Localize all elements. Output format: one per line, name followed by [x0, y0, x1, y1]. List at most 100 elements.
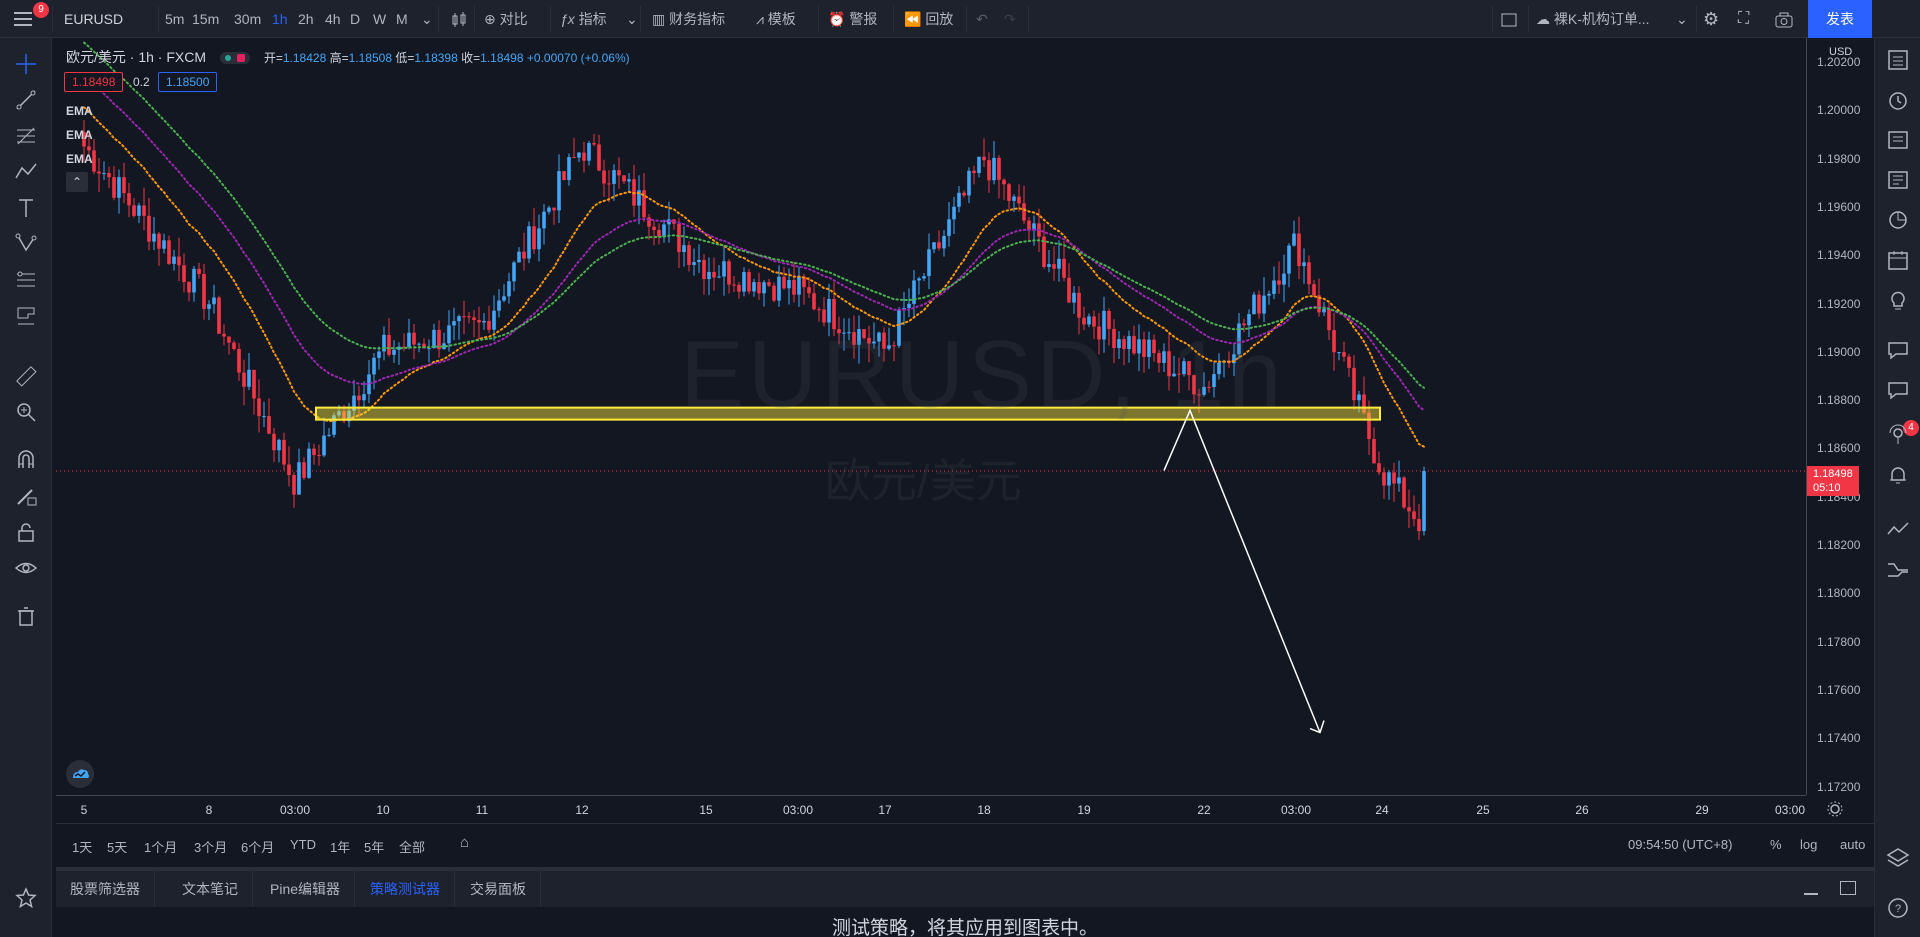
- price-scale[interactable]: USD 1.20200 1.20000 1.19800 1.19600 1.19400 1…: [1806, 38, 1874, 795]
- calendar-icon[interactable]: [1886, 248, 1910, 272]
- clock-display[interactable]: 09:54:50 (UTC+8): [1628, 837, 1732, 852]
- alerts-clock-icon[interactable]: [1886, 88, 1910, 112]
- lock-icon[interactable]: [14, 520, 38, 544]
- streams-icon[interactable]: [1886, 423, 1910, 447]
- interval-2h[interactable]: 2h: [298, 0, 314, 38]
- interval-W[interactable]: W: [373, 0, 386, 38]
- candle-body: [687, 245, 691, 265]
- star-icon[interactable]: [14, 886, 38, 910]
- fullscreen-layout-icon[interactable]: [1500, 0, 1518, 38]
- range-button[interactable]: 1年: [330, 837, 350, 856]
- time-tick-label: 03:00: [279, 803, 311, 817]
- indicators-dropdown-icon[interactable]: ⌄: [626, 0, 638, 38]
- indicators-button[interactable]: ƒx 指标: [560, 0, 607, 38]
- auto-scale-toggle[interactable]: auto: [1840, 837, 1865, 852]
- ideas-bulb-icon[interactable]: [1886, 288, 1910, 312]
- trading-panel-icon[interactable]: [1886, 518, 1910, 542]
- candle-body: [977, 156, 981, 174]
- range-button[interactable]: 3个月: [194, 837, 227, 856]
- collapse-legend-icon[interactable]: ⌃: [66, 172, 88, 192]
- legend-symbol-name[interactable]: 欧元/美元: [66, 49, 126, 65]
- chat-icon[interactable]: [1886, 338, 1910, 362]
- interval-15m[interactable]: 15m: [192, 0, 219, 38]
- interval-M[interactable]: M: [396, 0, 408, 38]
- time-axis[interactable]: 5 8 03:00 10 11 12 15 03:00 17 18 19 22 03:00 24 25 26 2…: [56, 795, 1806, 823]
- hotlist-icon[interactable]: [1886, 208, 1910, 232]
- range-button[interactable]: 全部: [399, 837, 425, 856]
- data-window-icon[interactable]: [1886, 128, 1910, 152]
- bottom-tab[interactable]: 文本笔记: [168, 871, 253, 907]
- bottom-tab[interactable]: 策略测试器: [356, 871, 455, 907]
- alert-button[interactable]: ⏰ 警报: [828, 0, 877, 38]
- text-tool-icon[interactable]: [14, 196, 38, 220]
- camera-icon[interactable]: [1774, 0, 1794, 38]
- candle-body: [942, 235, 946, 249]
- buy-price-box[interactable]: 1.18500: [158, 72, 218, 92]
- pattern-icon[interactable]: [14, 160, 38, 184]
- notifications-bell-icon[interactable]: [1886, 463, 1910, 487]
- log-scale-toggle[interactable]: log: [1800, 837, 1817, 852]
- menu-icon[interactable]: [12, 8, 34, 30]
- fib-retracement-icon[interactable]: [14, 124, 38, 148]
- interval-1h[interactable]: 1h: [272, 0, 288, 38]
- sell-price-box[interactable]: 1.18498: [64, 72, 124, 92]
- minimize-panel-icon[interactable]: [1804, 879, 1818, 899]
- interval-30m[interactable]: 30m: [234, 0, 261, 38]
- range-button[interactable]: 1天: [72, 837, 92, 856]
- maximize-panel-icon[interactable]: [1840, 881, 1856, 895]
- messages-icon[interactable]: [1886, 378, 1910, 402]
- interval-5m[interactable]: 5m: [165, 0, 184, 38]
- bottom-tab[interactable]: Pine编辑器: [256, 871, 356, 907]
- zoom-icon[interactable]: [14, 400, 38, 424]
- range-button[interactable]: 1个月: [144, 837, 177, 856]
- layout-dropdown-icon[interactable]: ⌄: [1676, 0, 1688, 38]
- templates-button[interactable]: ⩘ 模板: [756, 0, 796, 38]
- market-status-toggle[interactable]: [219, 52, 250, 65]
- candle-body: [217, 297, 221, 334]
- projection-icon[interactable]: [14, 232, 38, 256]
- interval-4h[interactable]: 4h: [325, 0, 341, 38]
- trend-line-icon[interactable]: [14, 88, 38, 112]
- ema-legend-3[interactable]: EMA: [66, 152, 93, 166]
- crosshair-icon[interactable]: [14, 52, 38, 76]
- depth-icon[interactable]: [1886, 558, 1910, 582]
- candle-body: [522, 251, 526, 259]
- interval-dropdown-icon[interactable]: ⌄: [421, 0, 433, 38]
- goto-date-icon[interactable]: ⌂: [460, 834, 469, 851]
- range-button[interactable]: 5年: [364, 837, 384, 856]
- news-icon[interactable]: [1886, 168, 1910, 192]
- layers-icon[interactable]: [1886, 846, 1910, 870]
- gear-icon[interactable]: ⚙: [1703, 0, 1719, 38]
- range-button[interactable]: 5天: [107, 837, 127, 856]
- compare-button[interactable]: ⊕ 对比: [484, 0, 528, 38]
- brush-icon[interactable]: [14, 304, 38, 328]
- publish-button[interactable]: 发表: [1808, 0, 1872, 38]
- magnet-icon[interactable]: [14, 448, 38, 472]
- watchlist-icon[interactable]: [1886, 48, 1910, 72]
- redo-icon[interactable]: ↷: [1004, 0, 1016, 38]
- eye-icon[interactable]: [14, 556, 38, 580]
- tradingview-logo-icon[interactable]: [66, 760, 94, 788]
- lock-pencil-icon[interactable]: [14, 484, 38, 508]
- undo-icon[interactable]: ↶: [976, 0, 988, 38]
- forecast-icon[interactable]: [14, 268, 38, 292]
- price-tick-label: 1.19000: [1817, 344, 1861, 359]
- help-icon[interactable]: ?: [1886, 896, 1910, 920]
- layout-name-button[interactable]: ☁ 裸K-机构订单...: [1536, 0, 1650, 38]
- ruler-icon[interactable]: [14, 364, 38, 388]
- financials-button[interactable]: ▥ 财务指标: [652, 0, 725, 38]
- bottom-tab[interactable]: 股票筛选器: [56, 871, 155, 907]
- symbol-search-button[interactable]: EURUSD: [64, 0, 123, 38]
- chart-type-candles-icon[interactable]: [450, 0, 468, 38]
- ema-legend-2[interactable]: EMA: [66, 128, 93, 142]
- replay-button[interactable]: ⏪ 回放: [904, 0, 953, 38]
- ema-legend-1[interactable]: EMA: [66, 104, 93, 118]
- axis-settings-gear-icon[interactable]: [1826, 800, 1844, 818]
- bottom-tab[interactable]: 交易面板: [456, 871, 541, 907]
- range-button[interactable]: YTD: [290, 837, 316, 852]
- trash-icon[interactable]: [14, 604, 38, 628]
- interval-D[interactable]: D: [350, 0, 360, 38]
- percent-scale-toggle[interactable]: %: [1770, 837, 1782, 852]
- fullscreen-icon[interactable]: ⛶: [1738, 0, 1749, 38]
- range-button[interactable]: 6个月: [241, 837, 274, 856]
